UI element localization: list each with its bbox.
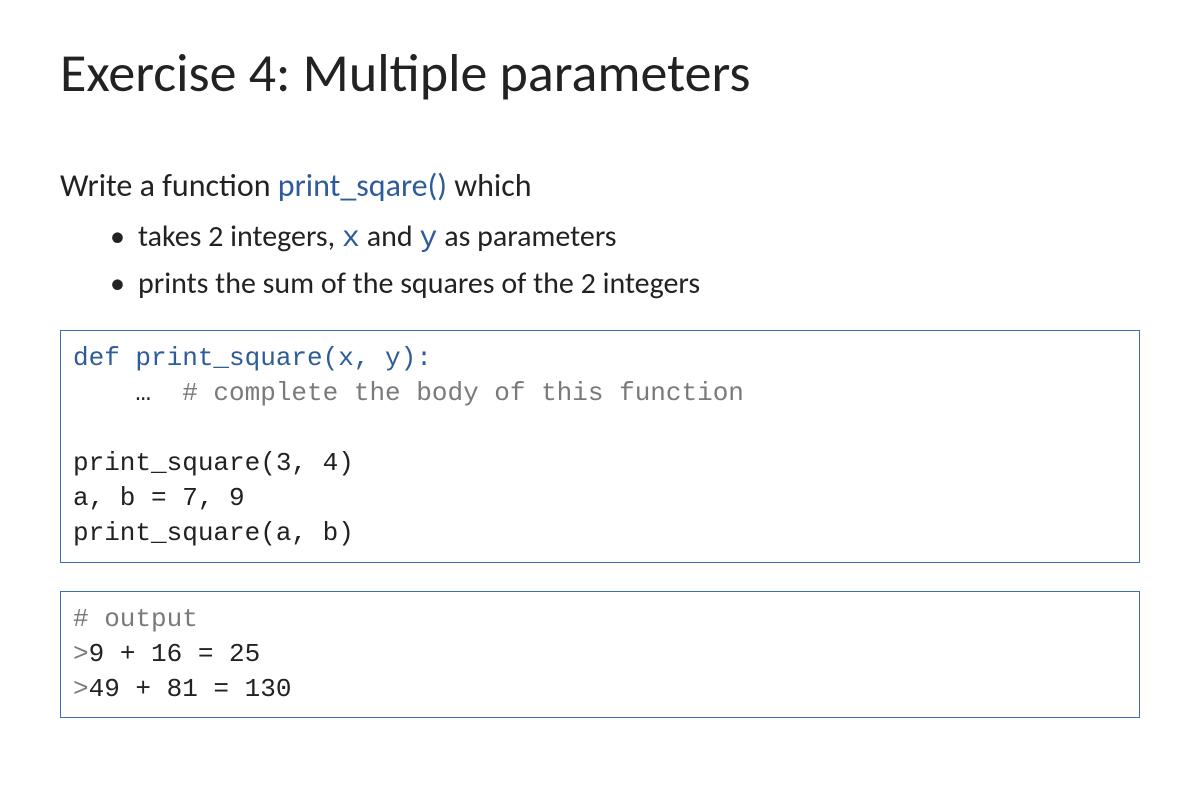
code-call-2: print_square(a, b) xyxy=(73,518,354,548)
intro-prefix: Write a function xyxy=(60,166,278,205)
code-block-source: def print_square(x, y): … # complete the… xyxy=(60,330,1140,563)
intro-function-name: print_sqare() xyxy=(278,166,447,205)
code-block-output: # output >9 + 16 = 25 >49 + 81 = 130 xyxy=(60,591,1140,718)
code-assign: a, b = 7, 9 xyxy=(73,483,245,513)
intro-text: Write a function print_sqare() which xyxy=(60,166,1140,205)
code-body-prefix: … xyxy=(73,378,182,408)
output-comment: # output xyxy=(73,604,198,634)
prompt-2: > xyxy=(73,674,89,704)
output-line-1: 9 + 16 = 25 xyxy=(89,639,261,669)
intro-suffix: which xyxy=(447,166,532,205)
code-def-line: def print_square(x, y): xyxy=(73,343,432,373)
code-call-1: print_square(3, 4) xyxy=(73,448,354,478)
bullet-item-1: takes 2 integers, x and y as parameters xyxy=(110,215,1140,262)
bullet-1-text-1: takes 2 integers, xyxy=(138,218,342,255)
bullet-1-y: y xyxy=(419,222,437,256)
output-line-2: 49 + 81 = 130 xyxy=(89,674,292,704)
bullet-list: takes 2 integers, x and y as parameters … xyxy=(110,215,1140,305)
code-body-comment: # complete the body of this function xyxy=(182,378,744,408)
bullet-item-2: prints the sum of the squares of the 2 i… xyxy=(110,262,1140,306)
slide-title: Exercise 4: Multiple parameters xyxy=(60,40,1140,106)
bullet-1-x: x xyxy=(342,222,360,256)
prompt-1: > xyxy=(73,639,89,669)
bullet-1-text-2: and xyxy=(360,218,419,255)
bullet-1-text-3: as parameters xyxy=(437,218,616,255)
